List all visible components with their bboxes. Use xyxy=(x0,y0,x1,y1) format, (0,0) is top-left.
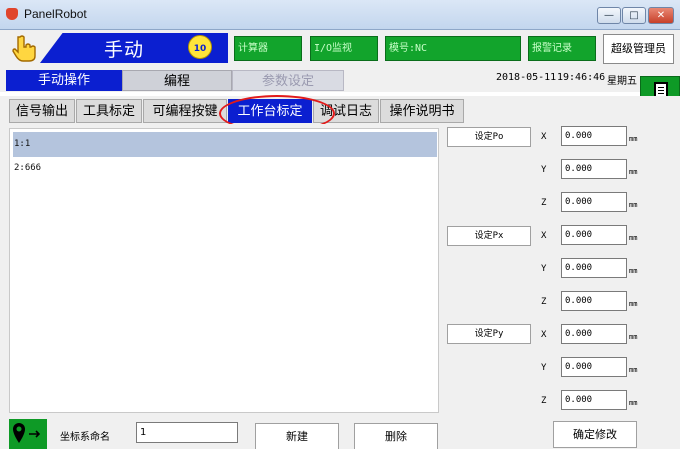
confirm-modify-button[interactable]: 确定修改 xyxy=(553,421,637,448)
admin-button[interactable]: 超级管理员 xyxy=(603,34,674,64)
po-y-input[interactable]: 0.000 xyxy=(561,159,627,179)
unit-label: mm xyxy=(629,201,638,209)
unit-label: mm xyxy=(629,135,638,143)
coordinate-list[interactable]: 1:1 2:666 xyxy=(9,128,439,413)
axis-label: Y xyxy=(541,363,547,373)
close-button[interactable]: ✕ xyxy=(648,7,674,24)
axis-label: X xyxy=(541,132,547,142)
minimize-button[interactable]: — xyxy=(597,7,621,24)
unit-label: mm xyxy=(629,300,638,308)
new-button[interactable]: 新建 xyxy=(255,423,339,449)
subtab-programmable-keys[interactable]: 可编程按键 xyxy=(143,99,227,123)
set-po-button[interactable]: 设定Po xyxy=(447,127,531,147)
axis-label: Y xyxy=(541,165,547,175)
mode-label: 手动 xyxy=(104,39,145,61)
axis-label: X xyxy=(541,231,547,241)
subtab-operation-manual[interactable]: 操作说明书 xyxy=(380,99,464,123)
date-display: 2018-05-11 xyxy=(496,72,557,83)
po-z-input[interactable]: 0.000 xyxy=(561,192,627,212)
py-y-input[interactable]: 0.000 xyxy=(561,357,627,377)
py-z-input[interactable]: 0.000 xyxy=(561,390,627,410)
list-item[interactable]: 1:1 xyxy=(13,132,437,157)
maximize-button[interactable]: □ xyxy=(622,7,646,24)
alarm-record-button[interactable]: 报警记录 xyxy=(528,36,596,61)
mold-number-box: 模号:NC xyxy=(385,36,521,61)
tab-programming[interactable]: 编程 xyxy=(122,70,232,91)
calculator-button[interactable]: 计算器 xyxy=(234,36,302,61)
po-x-input[interactable]: 0.000 xyxy=(561,126,627,146)
unit-label: mm xyxy=(629,366,638,374)
px-x-input[interactable]: 0.000 xyxy=(561,225,627,245)
subtab-signal-output[interactable]: 信号输出 xyxy=(9,99,75,123)
tab-manual-operation[interactable]: 手动操作 xyxy=(6,70,122,91)
hand-icon[interactable] xyxy=(9,33,41,63)
axis-label: Z xyxy=(541,297,547,307)
speed-dial-icon[interactable]: 10 xyxy=(188,35,212,59)
coordinate-name-label: 坐标系命名 xyxy=(60,432,110,443)
sub-tab-row: 信号输出 工具标定 可编程按键 工作台标定 调试日志 操作说明书 xyxy=(0,96,680,124)
unit-label: mm xyxy=(629,267,638,275)
py-x-input[interactable]: 0.000 xyxy=(561,324,627,344)
px-y-input[interactable]: 0.000 xyxy=(561,258,627,278)
px-z-input[interactable]: 0.000 xyxy=(561,291,627,311)
tab-parameter-settings[interactable]: 参数设定 xyxy=(232,70,344,91)
unit-label: mm xyxy=(629,399,638,407)
location-pin-icon[interactable] xyxy=(9,419,47,449)
top-toolbar: 手动 10 计算器 I/O监视 模号:NC 报警记录 超级管理员 xyxy=(0,30,680,68)
subtab-tool-calibration[interactable]: 工具标定 xyxy=(76,99,142,123)
set-px-button[interactable]: 设定Px xyxy=(447,226,531,246)
delete-button[interactable]: 删除 xyxy=(354,423,438,449)
time-display: 19:46:46 xyxy=(557,72,606,83)
coordinate-name-input[interactable]: 1 xyxy=(136,422,238,443)
io-monitor-button[interactable]: I/O监视 xyxy=(310,36,378,61)
axis-label: X xyxy=(541,330,547,340)
axis-label: Z xyxy=(541,198,547,208)
subtab-debug-log[interactable]: 调试日志 xyxy=(313,99,379,123)
set-py-button[interactable]: 设定Py xyxy=(447,324,531,344)
window-titlebar: PanelRobot — □ ✕ xyxy=(0,0,680,30)
axis-label: Y xyxy=(541,264,547,274)
subtab-workbench-calibration[interactable]: 工作台标定 xyxy=(228,99,312,123)
unit-label: mm xyxy=(629,333,638,341)
unit-label: mm xyxy=(629,234,638,242)
window-title: PanelRobot xyxy=(24,7,87,21)
unit-label: mm xyxy=(629,168,638,176)
app-logo-icon xyxy=(6,8,18,20)
weekday-display: 星期五 xyxy=(607,76,637,87)
main-tab-row: 手动操作 编程 参数设定 2018-05-11 19:46:46 星期五 xyxy=(0,68,680,92)
list-item[interactable]: 2:666 xyxy=(13,156,437,181)
axis-label: Z xyxy=(541,396,547,406)
